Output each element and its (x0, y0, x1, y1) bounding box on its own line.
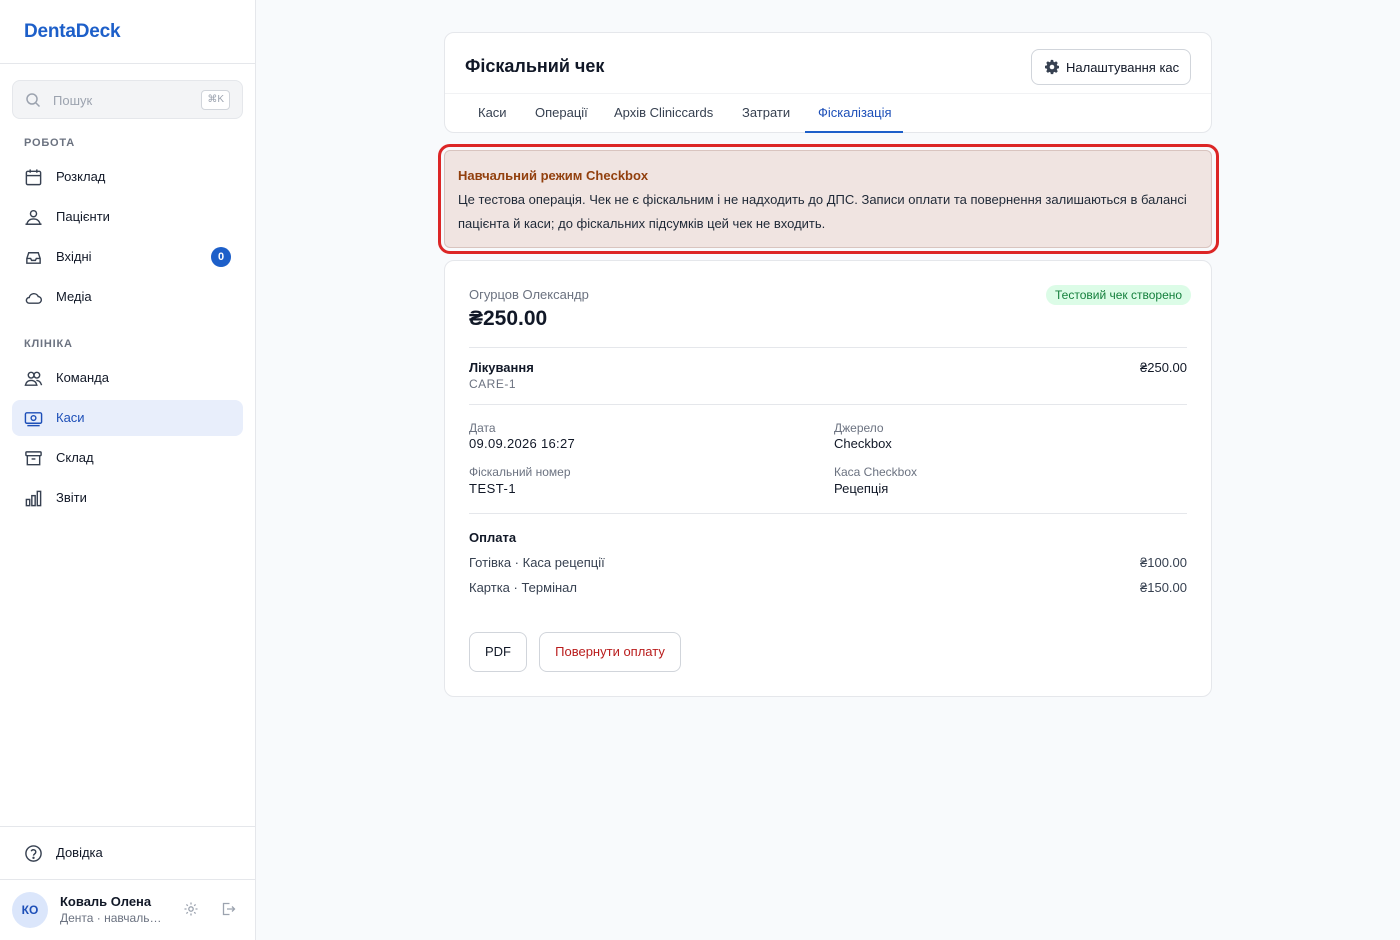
receipt-amount: ₴250.00 (469, 307, 548, 330)
bar-chart-icon (25, 490, 42, 507)
sidebar-item-inbox[interactable]: Вхідні 0 (12, 239, 243, 275)
training-mode-alert: Навчальний режим Checkbox Це тестова опе… (444, 150, 1212, 248)
gear-icon (1045, 59, 1059, 75)
register-settings-button[interactable]: Налаштування кас (1031, 49, 1191, 85)
active-tab-indicator (805, 131, 903, 133)
payment-method: Картка · Термінал (469, 580, 577, 595)
receipt-card: Огурцов Олександр ₴250.00 Тестовий чек с… (444, 260, 1212, 697)
divider (0, 63, 255, 64)
sidebar-item-warehouse[interactable]: Склад (12, 440, 243, 476)
shortcut-hint: ⌘K (201, 90, 230, 110)
archive-icon (25, 451, 42, 466)
checkbox-register-label: Каса Checkbox (834, 465, 918, 479)
source-value: Checkbox (834, 436, 892, 451)
cash-register-icon (24, 412, 43, 427)
sidebar-item-label: Розклад (56, 169, 106, 184)
sidebar-item-label: Склад (56, 450, 94, 465)
fiscal-number-label: Фіскальний номер (469, 465, 571, 479)
source-label: Джерело (834, 421, 884, 435)
divider (469, 347, 1187, 348)
sidebar-item-label: Каси (56, 410, 85, 425)
search-icon (26, 93, 41, 108)
user-settings-icon[interactable] (183, 901, 199, 917)
tab-fiscalization[interactable]: Фіскалізація (818, 105, 892, 120)
checkbox-register-value: Рецепція (834, 481, 889, 496)
sidebar-item-patients[interactable]: Пацієнти (12, 199, 243, 235)
sidebar-item-label: Вхідні (56, 249, 92, 264)
payment-title: Оплата (469, 530, 517, 545)
divider (0, 826, 255, 827)
sidebar-item-help[interactable]: Довідка (12, 835, 243, 871)
alert-text: Це тестова операція. Чек не є фіскальним… (458, 192, 1187, 231)
tab-operations[interactable]: Операції (535, 105, 588, 120)
logout-icon[interactable] (220, 901, 236, 917)
service-code: CARE-1 (469, 377, 517, 391)
register-settings-label: Налаштування кас (1066, 60, 1180, 75)
inbox-count-badge: 0 (211, 247, 231, 267)
search-input[interactable] (53, 90, 203, 110)
avatar[interactable]: КО (12, 892, 48, 928)
tab-cliniccards-archive[interactable]: Архів Cliniccards (614, 105, 713, 120)
sidebar-item-label: Медіа (56, 289, 92, 304)
payment-amount: ₴150.00 (1140, 580, 1187, 595)
team-icon (24, 371, 43, 386)
divider (0, 879, 255, 880)
divider (469, 404, 1187, 405)
sidebar-item-schedule[interactable]: Розклад (12, 159, 243, 195)
status-badge: Тестовий чек створено (1046, 285, 1192, 305)
payment-amount: ₴100.00 (1140, 555, 1187, 570)
help-icon (25, 845, 42, 862)
fiscal-number-value: TEST-1 (469, 481, 517, 496)
user-role: Дента · навчальний режим (60, 911, 164, 925)
sidebar-item-label: Команда (56, 370, 109, 385)
tab-registers[interactable]: Каси (478, 105, 507, 120)
calendar-icon (25, 169, 42, 186)
service-name: Лікування (469, 360, 534, 375)
pdf-button[interactable]: PDF (469, 632, 527, 672)
sidebar-item-team[interactable]: Команда (12, 360, 243, 396)
patient-name: Огурцов Олександр (469, 287, 589, 302)
page-title: Фіскальний чек (465, 56, 605, 76)
cloud-icon (25, 292, 43, 304)
alert-title: Навчальний режим Checkbox (458, 168, 649, 183)
sidebar-item-media[interactable]: Медіа (12, 279, 243, 315)
search-box[interactable]: ⌘K (12, 80, 243, 119)
divider (469, 513, 1187, 514)
sidebar-item-label: Пацієнти (56, 209, 110, 224)
payment-method: Готівка · Каса рецепції (469, 555, 605, 570)
service-price: ₴250.00 (1140, 360, 1187, 375)
section-label-work: РОБОТА (24, 137, 75, 149)
user-name: Коваль Олена (60, 894, 152, 909)
date-label: Дата (469, 421, 496, 435)
sidebar-item-label: Довідка (56, 845, 103, 860)
patients-icon (25, 209, 42, 225)
page-header-card: Фіскальний чек Налаштування кас Каси Опе… (444, 32, 1212, 133)
inbox-icon (26, 252, 41, 264)
sidebar-item-cash-registers[interactable]: Каси (12, 400, 243, 436)
section-label-clinic: КЛІНІКА (24, 338, 73, 350)
sidebar-item-reports[interactable]: Звіти (12, 480, 243, 516)
sidebar: DentaDeck ⌘K РОБОТА Розклад Пацієнти Вхі… (0, 0, 256, 940)
divider (445, 93, 1211, 94)
tab-expenses[interactable]: Затрати (742, 105, 790, 120)
brand-logo[interactable]: DentaDeck (24, 21, 121, 43)
sidebar-item-label: Звіти (56, 490, 87, 505)
date-value: 09.09.2026 16:27 (469, 436, 576, 451)
refund-button[interactable]: Повернути оплату (539, 632, 681, 672)
